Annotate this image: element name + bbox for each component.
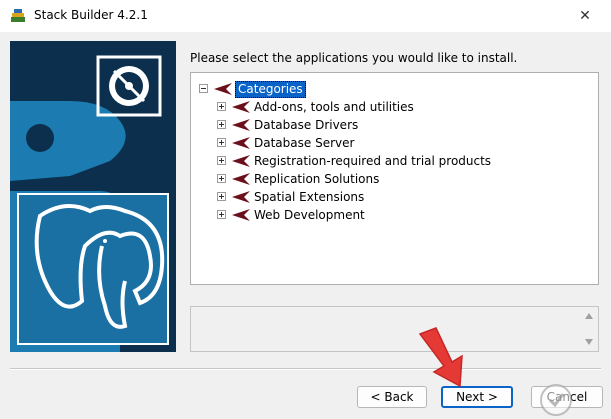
scroll-up-icon[interactable] <box>585 313 593 319</box>
separator <box>10 368 601 370</box>
categories-tree[interactable]: Categories Add-ons, tools and utilities … <box>190 72 599 285</box>
expand-icon[interactable] <box>217 210 226 219</box>
tree-item-label: Web Development <box>254 208 365 222</box>
flag-icon <box>232 119 250 131</box>
flag-icon <box>232 137 250 149</box>
title-bar: Stack Builder 4.2.1 ✕ <box>0 0 611 32</box>
tree-item-label: Registration-required and trial products <box>254 154 492 168</box>
expand-icon[interactable] <box>217 156 226 165</box>
expand-icon[interactable] <box>217 102 226 111</box>
sidebar-graphic <box>10 41 176 352</box>
tree-item-label: Database Server <box>254 136 355 150</box>
postgresql-elephant-icon <box>17 193 169 345</box>
tree-item-label: Spatial Extensions <box>254 190 365 204</box>
close-icon: ✕ <box>579 8 591 24</box>
flag-icon <box>232 209 250 221</box>
close-button[interactable]: ✕ <box>567 4 603 28</box>
tree-item-label: Categories <box>235 81 306 98</box>
watermark-logo-icon <box>540 384 572 416</box>
tree-item-label: Database Drivers <box>254 118 359 132</box>
collapse-icon[interactable] <box>199 84 208 93</box>
page-heading: Please select the applications you would… <box>190 51 518 65</box>
flag-icon <box>232 155 250 167</box>
scroll-down-icon[interactable] <box>585 339 593 345</box>
description-scrollbar[interactable] <box>581 307 598 351</box>
tree-item-label: Add-ons, tools and utilities <box>254 100 414 114</box>
sidebar-banner <box>10 41 176 352</box>
expand-icon[interactable] <box>217 120 226 129</box>
flag-icon <box>214 83 232 95</box>
description-box <box>190 306 599 352</box>
tree-item-label: Replication Solutions <box>254 172 380 186</box>
app-icon <box>11 9 25 22</box>
expand-icon[interactable] <box>217 138 226 147</box>
flag-icon <box>232 101 250 113</box>
expand-icon[interactable] <box>217 192 226 201</box>
flag-icon <box>232 191 250 203</box>
red-arrow-icon <box>418 327 463 388</box>
flag-icon <box>232 173 250 185</box>
window-title: Stack Builder 4.2.1 <box>34 8 148 22</box>
expand-icon[interactable] <box>217 174 226 183</box>
